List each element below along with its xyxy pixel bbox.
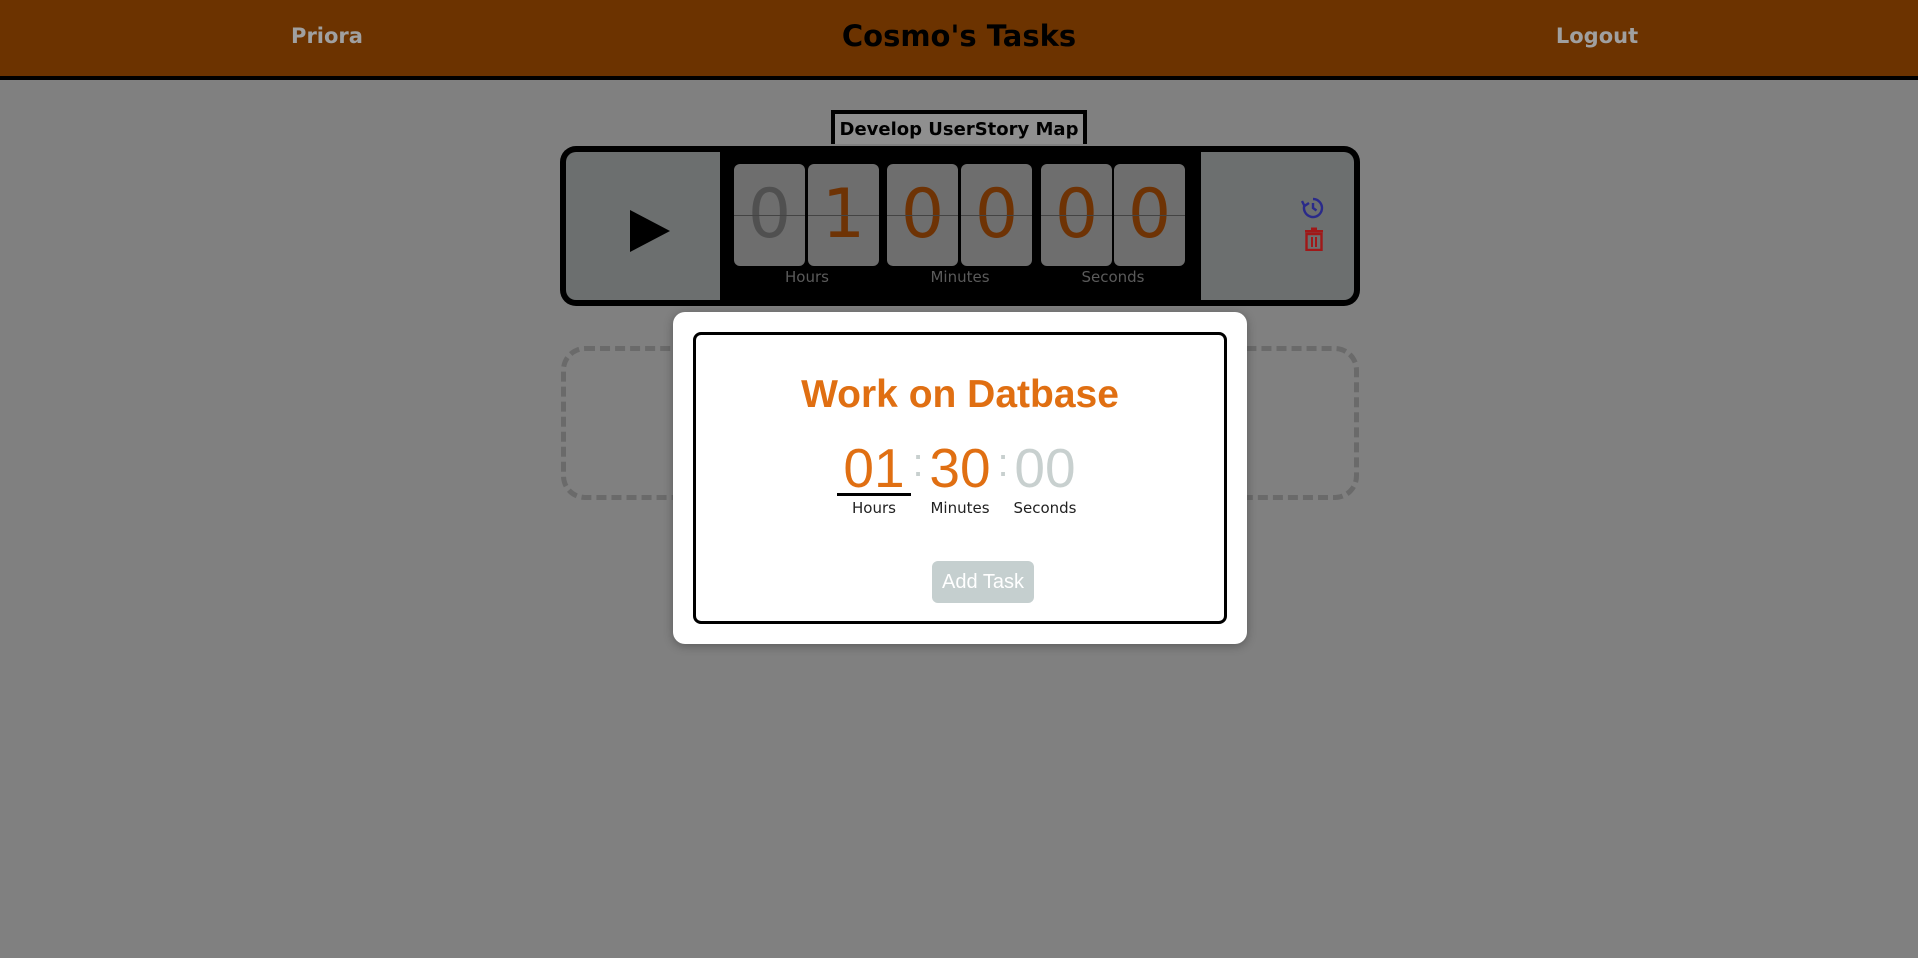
trash-icon[interactable] <box>1303 227 1325 256</box>
time-separator: : <box>997 441 1009 485</box>
play-icon <box>630 210 670 252</box>
seconds-ones-digit: 0 <box>1114 164 1185 266</box>
seconds-input[interactable]: 00 <box>1014 436 1075 500</box>
minutes-input[interactable]: 30 <box>929 436 990 500</box>
seconds-label: Seconds <box>1081 268 1145 286</box>
top-nav-bar: Priora Cosmo's Tasks Logout <box>0 0 1918 80</box>
timer-actions <box>1201 152 1354 300</box>
modal-task-title: Work on Datbase <box>801 373 1119 416</box>
modal-hours-label: Hours <box>852 499 896 517</box>
add-task-button[interactable]: Add Task <box>932 561 1034 603</box>
hours-tens-digit: 0 <box>734 164 805 266</box>
add-task-modal: Work on Datbase 01 : 30 : 00 Hours Minut… <box>673 312 1247 644</box>
brand-link[interactable]: Priora <box>291 24 363 48</box>
history-icon[interactable] <box>1300 196 1325 225</box>
modal-frame: Work on Datbase 01 : 30 : 00 Hours Minut… <box>693 332 1227 624</box>
minutes-ones-digit: 0 <box>961 164 1032 266</box>
play-button[interactable] <box>566 152 720 300</box>
seconds-tens-digit: 0 <box>1041 164 1112 266</box>
hours-ones-digit: 1 <box>808 164 879 266</box>
time-separator: : <box>912 441 924 485</box>
modal-minutes-label: Minutes <box>930 499 990 517</box>
hours-input[interactable]: 01 <box>843 436 904 500</box>
minutes-label: Minutes <box>930 268 990 286</box>
task-name-tab: Develop UserStory Map <box>831 110 1087 144</box>
logout-link[interactable]: Logout <box>1556 24 1638 48</box>
hours-input-underline <box>837 493 911 496</box>
modal-seconds-label: Seconds <box>1013 499 1077 517</box>
hours-label: Hours <box>785 268 829 286</box>
minutes-tens-digit: 0 <box>887 164 958 266</box>
page-title: Cosmo's Tasks <box>841 19 1077 53</box>
